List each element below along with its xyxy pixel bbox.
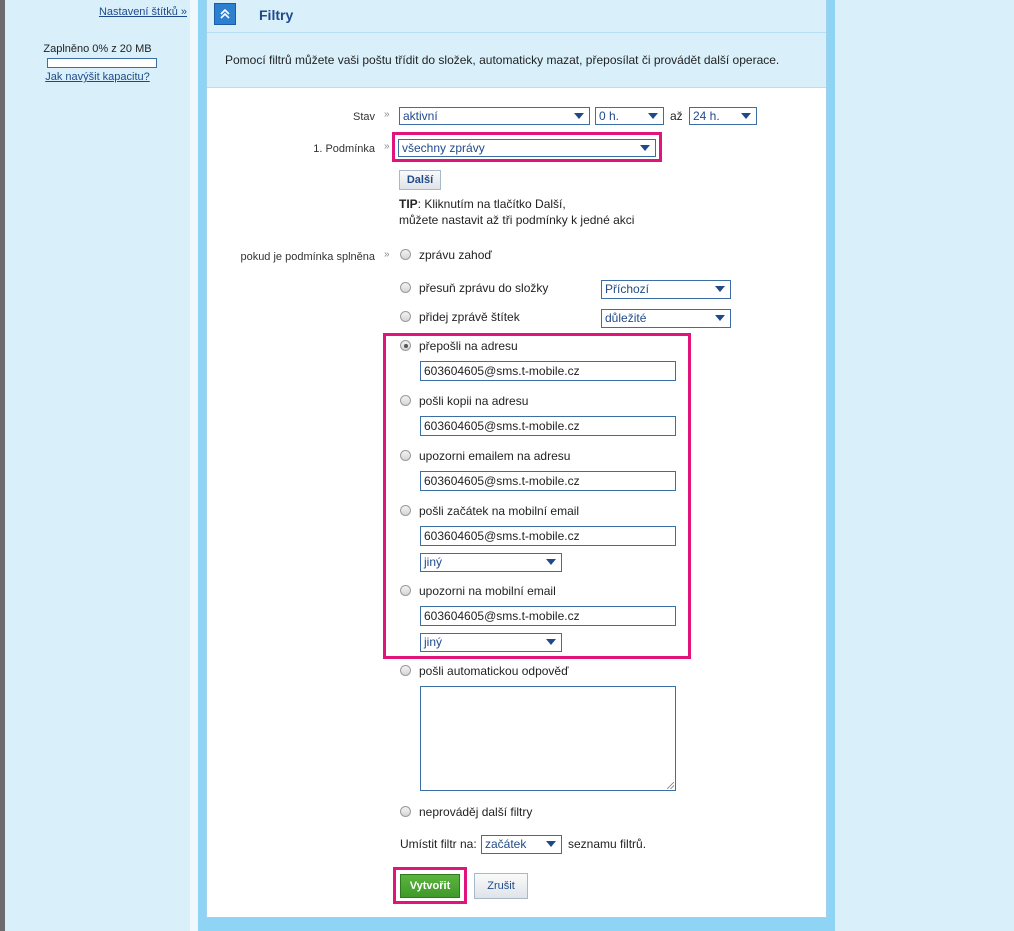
chevron-down-icon (574, 113, 584, 119)
chevron-down-icon (715, 286, 725, 292)
placement-select-value: začátek (485, 837, 527, 851)
action-copy-label: pošli kopii na adresu (419, 394, 529, 408)
copy-address-input[interactable]: 603604605@sms.t-mobile.cz (420, 416, 676, 436)
mobile-start-type-value: jiný (424, 555, 443, 569)
radio-discard[interactable] (400, 249, 411, 260)
condition-select-value: všechny zprávy (402, 141, 485, 155)
tip-line-1: : Kliknutím na tlačítko Další, (417, 197, 566, 211)
action-notify-email-label: upozorni emailem na adresu (419, 449, 571, 463)
double-chevron-up-icon (220, 9, 230, 19)
time-to-select[interactable]: 24 h. (689, 107, 757, 125)
tag-select[interactable]: důležité (601, 309, 731, 328)
state-select[interactable]: aktivní (399, 107, 590, 125)
tag-select-value: důležité (605, 311, 647, 325)
chevron-right-icon: » (384, 109, 390, 120)
folder-select[interactable]: Příchozí (601, 280, 731, 299)
notify-mobile-type-select[interactable]: jiný (420, 633, 562, 652)
time-to-value: 24 h. (693, 109, 720, 123)
radio-notify-email[interactable] (400, 450, 411, 461)
chevron-down-icon (648, 113, 658, 119)
notify-email-input[interactable]: 603604605@sms.t-mobile.cz (420, 471, 676, 491)
cancel-button[interactable]: Zrušit (474, 873, 528, 899)
action-tag-label: přidej zprávě štítek (419, 310, 520, 324)
chevron-down-icon (546, 841, 556, 847)
radio-forward[interactable] (400, 340, 411, 351)
tags-settings-link[interactable]: Nastavení štítků » (99, 6, 187, 18)
chevron-down-icon (741, 113, 751, 119)
chevron-down-icon (715, 315, 725, 321)
resize-grip-icon[interactable] (667, 782, 674, 789)
panel-header: Filtry (207, 0, 826, 33)
create-button[interactable]: Vytvořit (400, 874, 460, 898)
state-select-value: aktivní (403, 109, 438, 123)
time-from-select[interactable]: 0 h. (595, 107, 664, 125)
placement-label: Umístit filtr na: (400, 837, 477, 851)
chevron-down-icon (640, 145, 650, 151)
actions-label: pokud je podmínka splněna (240, 251, 375, 263)
state-label: Stav (352, 111, 375, 123)
placement-select[interactable]: začátek (481, 835, 562, 854)
folder-select-value: Příchozí (605, 282, 650, 296)
intro-text: Pomocí filtrů můžete vaši poštu třídit d… (225, 53, 780, 67)
page-title: Filtry (259, 7, 294, 23)
action-discard-label: zprávu zahoď (419, 248, 492, 262)
time-to-label: až (670, 109, 683, 123)
autoreply-textarea[interactable] (420, 686, 676, 791)
tip-bold: TIP (399, 197, 418, 211)
action-no-more-filters-label: neprováděj další filtry (419, 805, 533, 819)
tip-line-2: můžete nastavit až tři podmínky k jedné … (399, 213, 635, 227)
chevron-down-icon (546, 639, 556, 645)
filters-panel: Filtry Pomocí filtrů můžete vaši poštu t… (206, 0, 827, 918)
radio-mobile-start[interactable] (400, 505, 411, 516)
radio-move[interactable] (400, 282, 411, 293)
chevron-down-icon (546, 559, 556, 565)
chevron-right-icon: » (384, 141, 390, 152)
mobile-start-input[interactable]: 603604605@sms.t-mobile.cz (420, 526, 676, 546)
gap (190, 0, 198, 931)
forward-address-input[interactable]: 603604605@sms.t-mobile.cz (420, 361, 676, 381)
radio-no-more-filters[interactable] (400, 806, 411, 817)
capacity-bar (47, 58, 157, 68)
radio-notify-mobile[interactable] (400, 585, 411, 596)
sidebar: Nastavení štítků » Zaplněno 0% z 20 MB J… (5, 0, 190, 931)
intro-box: Pomocí filtrů můžete vaši poštu třídit d… (207, 33, 826, 88)
action-move-label: přesuň zprávu do složky (419, 281, 549, 295)
radio-copy[interactable] (400, 395, 411, 406)
time-from-value: 0 h. (599, 109, 620, 123)
mobile-start-type-select[interactable]: jiný (420, 553, 562, 572)
notify-mobile-input[interactable]: 603604605@sms.t-mobile.cz (420, 606, 676, 626)
action-notify-mobile-label: upozorni na mobilní email (419, 584, 556, 598)
next-condition-button[interactable]: Další (399, 170, 441, 190)
collapse-button[interactable] (214, 3, 236, 25)
placement-suffix: seznamu filtrů. (568, 837, 647, 851)
right-background (835, 0, 1014, 931)
action-forward-label: přepošli na adresu (419, 339, 518, 353)
capacity-text: Zaplněno 0% z 20 MB (43, 43, 152, 55)
radio-autoreply[interactable] (400, 665, 411, 676)
radio-tag[interactable] (400, 311, 411, 322)
chevron-right-icon: » (384, 249, 390, 260)
action-mobile-start-label: pošli začátek na mobilní email (419, 504, 580, 518)
condition-label: 1. Podmínka (313, 143, 375, 155)
tip-text: TIP: Kliknutím na tlačítko Další, můžete… (399, 196, 634, 228)
increase-capacity-link[interactable]: Jak navýšit kapacitu? (5, 71, 190, 83)
notify-mobile-type-value: jiný (424, 635, 443, 649)
condition-select[interactable]: všechny zprávy (398, 139, 656, 157)
action-autoreply-label: pošli automatickou odpověď (419, 664, 569, 678)
